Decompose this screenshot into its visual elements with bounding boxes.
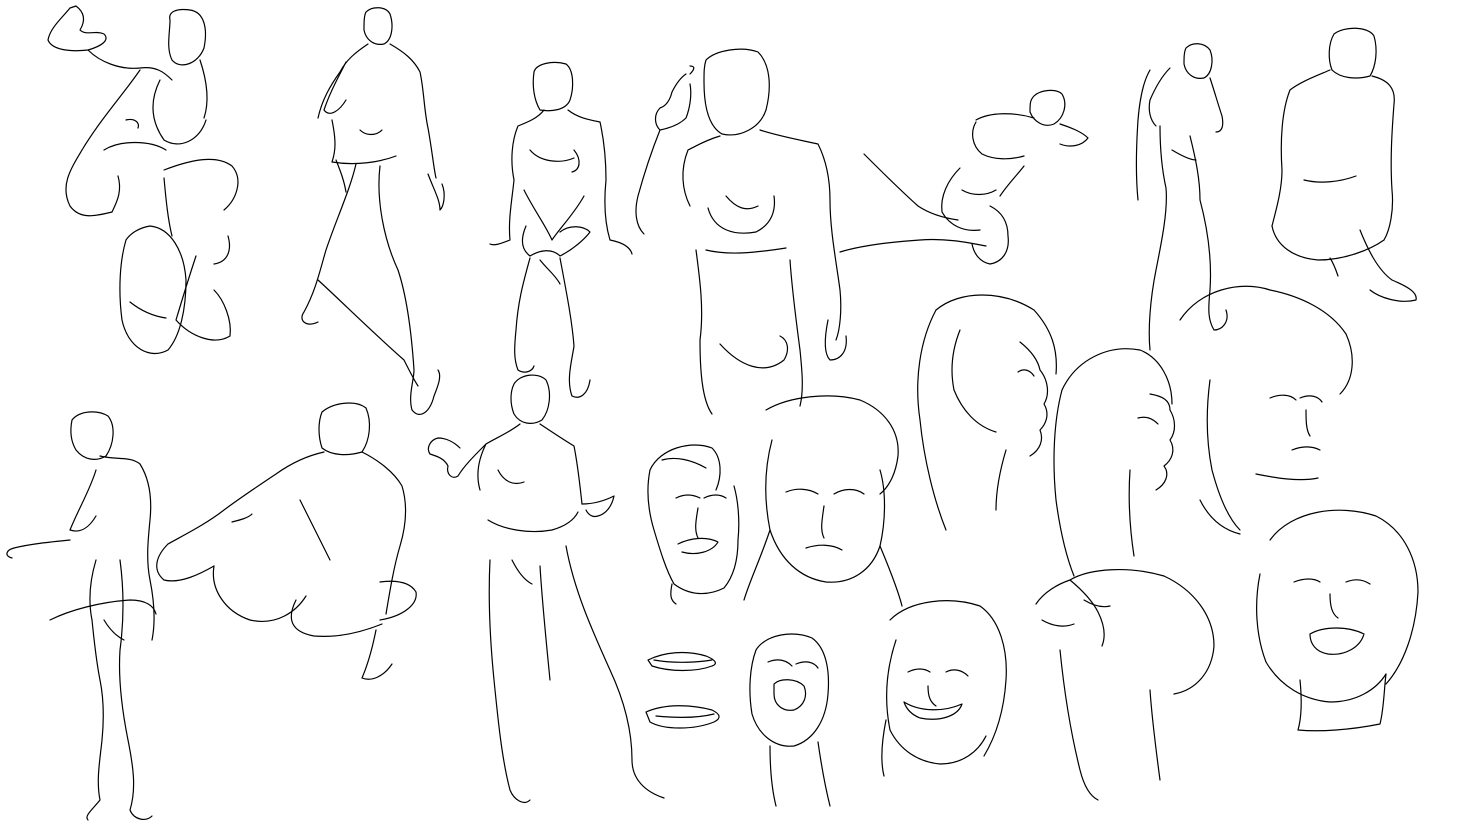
- sketch-figure-standing-back: [301, 7, 445, 415]
- sketch-mouth-studies: [645, 651, 720, 729]
- sketch-layer: [6, 5, 1419, 821]
- sketch-figure-leaning: [1135, 43, 1228, 351]
- sketch-figure-crouching: [47, 5, 239, 355]
- sketch-head-profile-hair: [917, 294, 1057, 531]
- sketch-head-laughing: [1256, 509, 1419, 732]
- sketch-head-tilted: [1035, 569, 1215, 801]
- sketch-figure-seated-back: [1271, 27, 1417, 302]
- sketch-figure-seated-female: [489, 61, 633, 398]
- sketch-figure-kneeling: [156, 402, 417, 680]
- sketch-head-profile-closed: [1053, 348, 1176, 577]
- sketch-head-smiling: [881, 600, 1007, 777]
- sketch-figure-torso-pointing: [635, 48, 847, 415]
- sketch-figure-gesturing: [427, 374, 665, 803]
- sketch-figure-side: [6, 411, 157, 821]
- sketch-head-curly: [1179, 285, 1353, 535]
- sketch-head-shouting: [749, 633, 831, 807]
- sketch-head-frowning: [743, 395, 903, 607]
- sketch-head-moustache: [647, 444, 740, 605]
- drawing-canvas[interactable]: [0, 0, 1463, 832]
- sketch-figure-reclining: [839, 89, 1089, 265]
